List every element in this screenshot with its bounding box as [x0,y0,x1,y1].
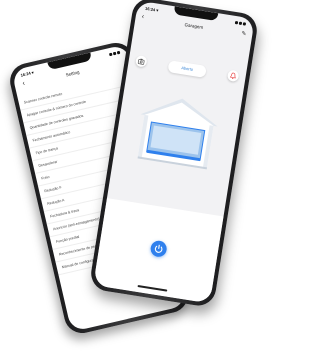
settings-item-label: Redução A [46,198,65,206]
edit-icon[interactable]: ✎ [241,30,247,38]
settings-item-label: Função predial [55,234,80,244]
settings-item-label: Tipo de trança [35,146,59,156]
camera-icon [137,58,145,65]
door-status-badge: Aberto [167,60,207,78]
settings-item-label: Desacelerar [38,159,58,168]
garage-controls: Aberto [128,52,247,86]
action-panel [93,198,224,304]
alarm-button[interactable] [226,69,240,83]
status-icons [234,20,247,26]
app-showcase: 16:24 ▾ ‹ Setting Scanner controle remot… [0,0,260,361]
page-title: Garagem [184,21,204,30]
settings-item-label: Redução F [43,185,62,194]
back-arrow-icon[interactable]: ‹ [141,13,144,21]
garage-door-illustration [137,98,218,170]
status-time: 16:24 ▾ [144,5,159,13]
camera-button[interactable] [134,54,148,68]
home-indicator [137,284,168,292]
power-button[interactable] [149,239,168,258]
bell-icon [229,72,236,80]
power-icon [154,244,163,253]
settings-item-label: Freio [40,174,50,181]
status-icons [108,50,121,56]
page-title: Setting [65,69,80,78]
status-time: 16:24 ▾ [19,69,35,78]
back-arrow-icon[interactable]: ‹ [22,80,26,88]
